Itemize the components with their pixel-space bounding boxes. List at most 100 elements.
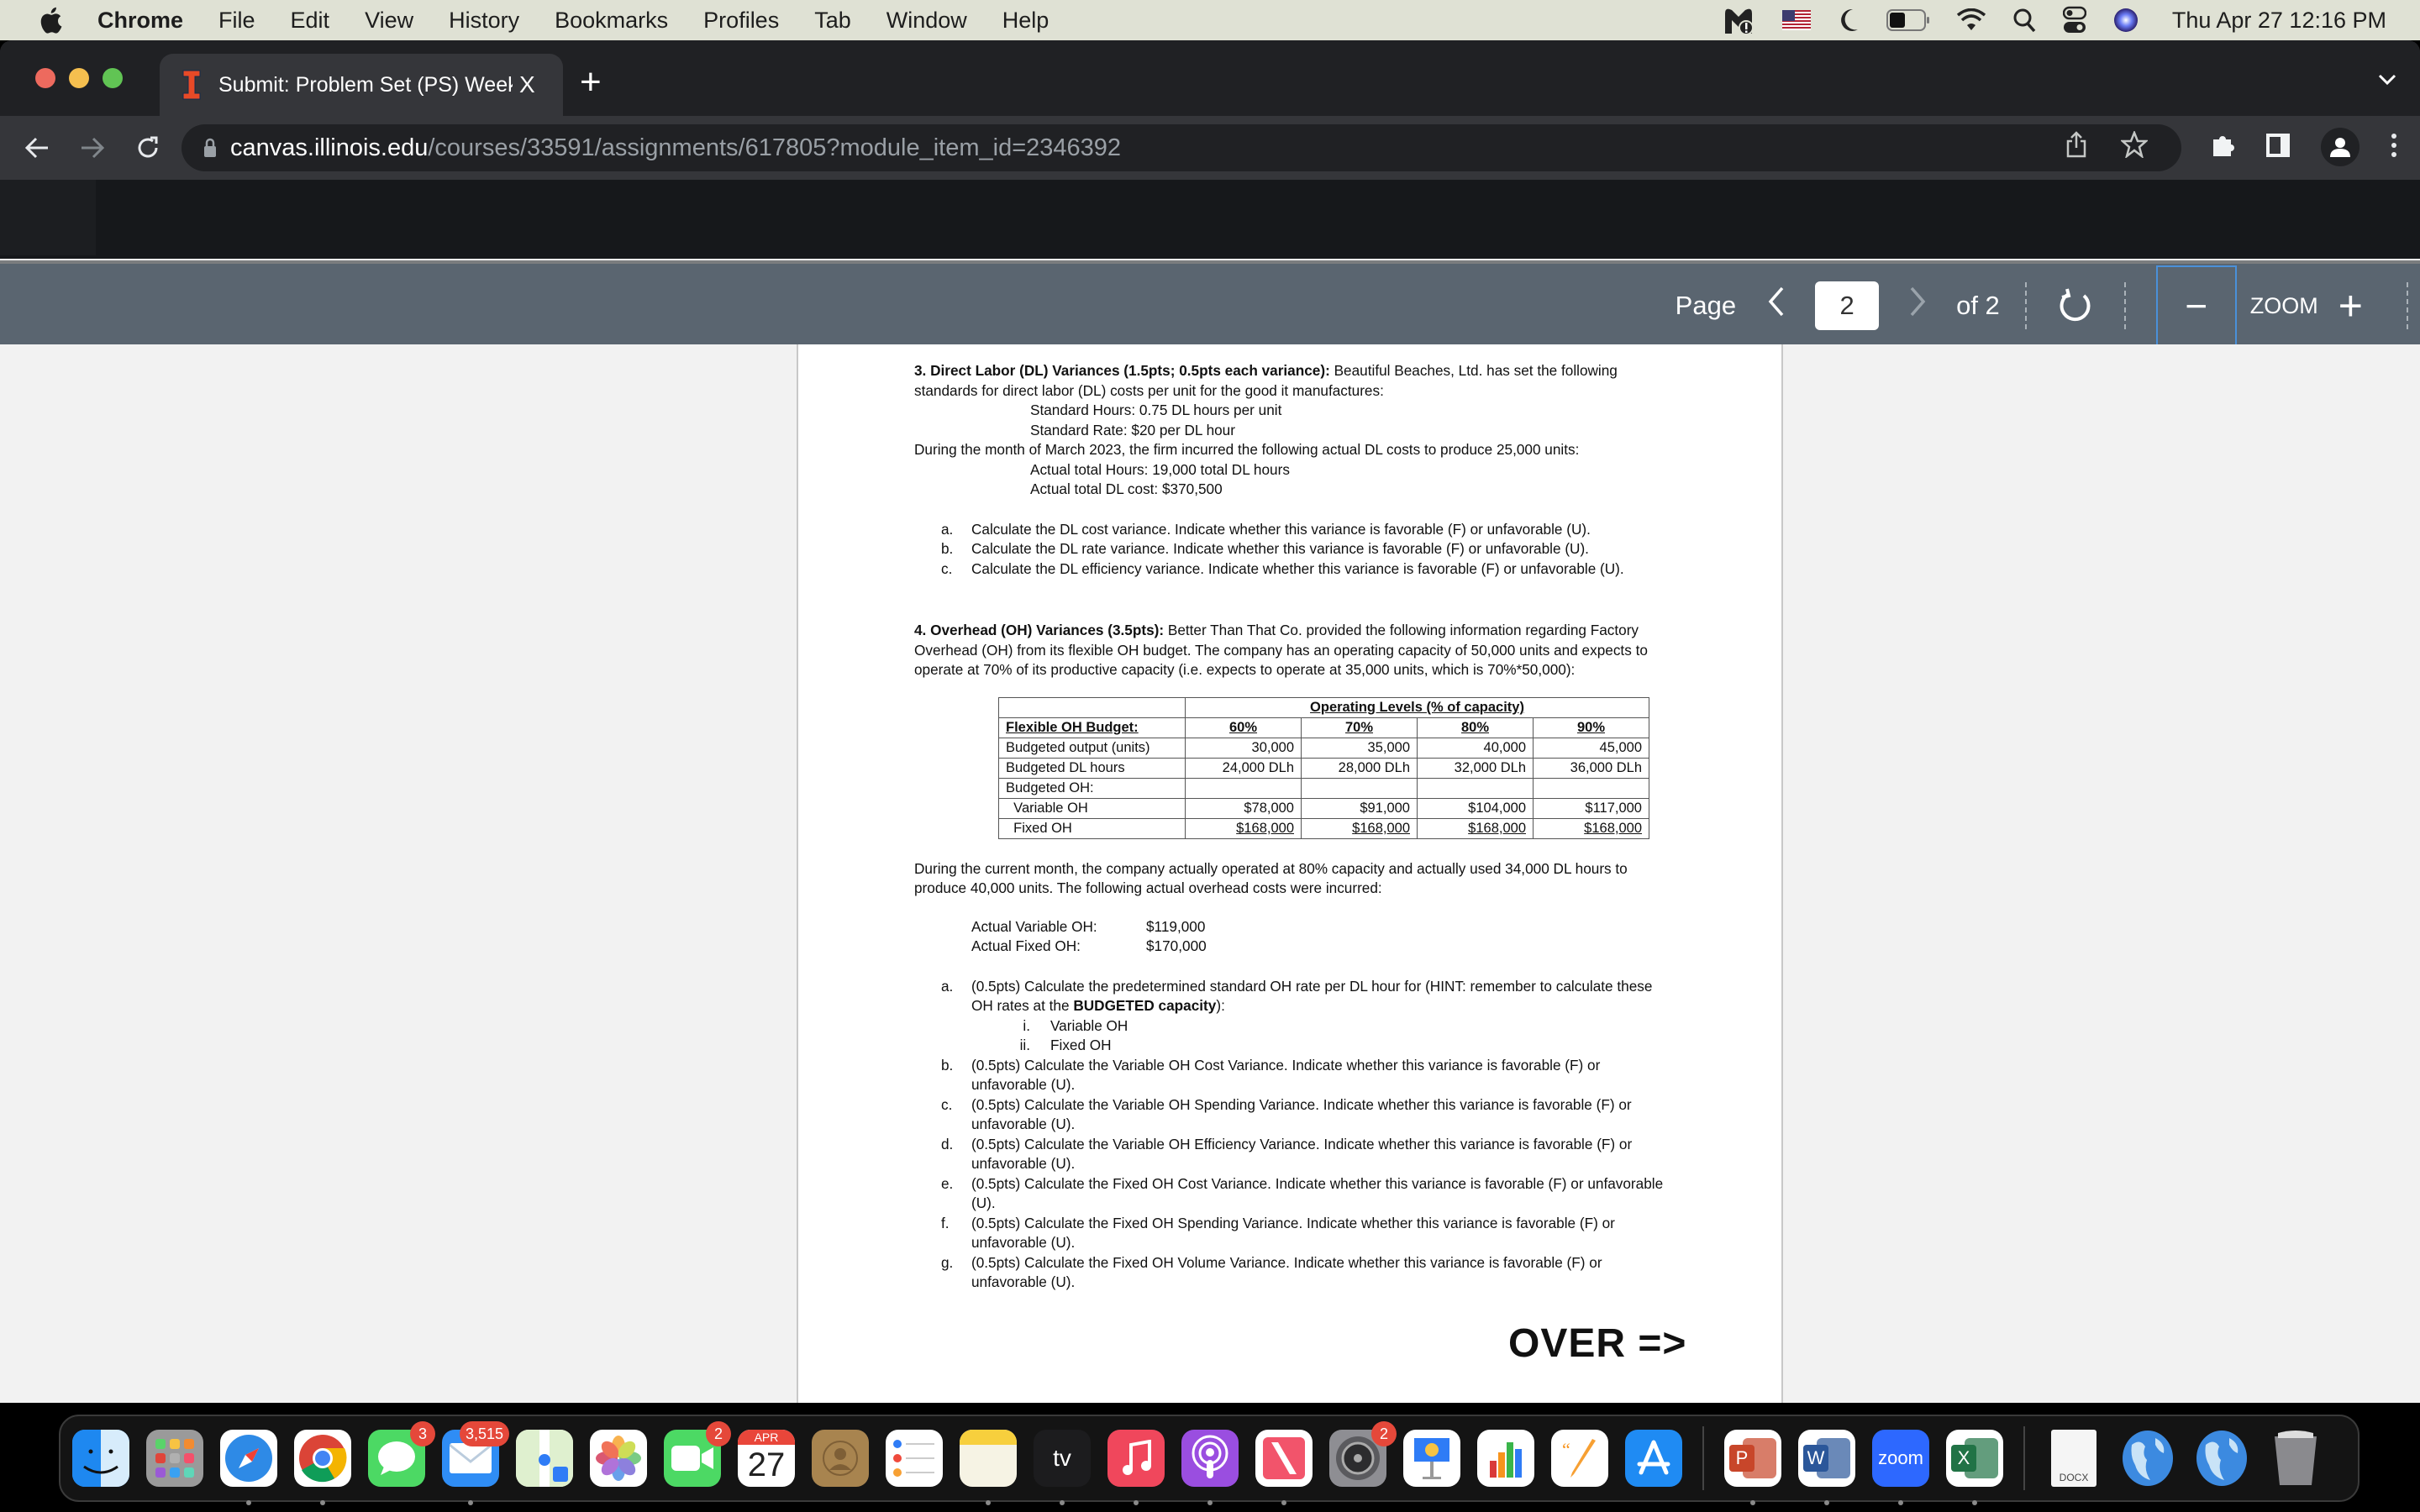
menu-profiles[interactable]: Profiles <box>703 8 779 34</box>
battery-icon[interactable] <box>1886 5 1930 35</box>
dock-mail-icon[interactable]: 3,515 <box>442 1421 509 1505</box>
dock-separator <box>1702 1426 1704 1490</box>
dock-calendar-icon[interactable]: APR 27 <box>738 1430 795 1487</box>
dock-music-icon[interactable] <box>1107 1430 1165 1505</box>
dock-system-preferences-icon[interactable]: 2 <box>1329 1421 1397 1487</box>
dock-photos-icon[interactable] <box>590 1430 647 1487</box>
menu-window[interactable]: Window <box>886 8 967 34</box>
siri-icon[interactable] <box>2113 5 2139 35</box>
chrome-menu-kebab-icon[interactable] <box>2390 133 2398 162</box>
list-marker: b. <box>941 540 954 557</box>
dock-globe-2-icon[interactable] <box>2193 1430 2250 1487</box>
actual-oh-costs: Actual Variable OH: $119,000 Actual Fixed… <box>971 917 1670 957</box>
menu-help[interactable]: Help <box>1002 8 1050 34</box>
dock-excel-icon[interactable]: X <box>1946 1430 2003 1505</box>
new-tab-button[interactable]: + <box>580 64 602 101</box>
running-indicator-dot <box>468 1500 473 1505</box>
flexible-oh-budget-label: Flexible OH Budget: <box>998 717 1186 738</box>
menu-file[interactable]: File <box>218 8 255 34</box>
dock-zoom-icon[interactable]: zoom <box>1872 1430 1929 1505</box>
browser-tab-active[interactable]: Submit: Problem Set (PS) Week X <box>160 54 563 116</box>
notification-badge: 2 <box>706 1421 731 1446</box>
dock-numbers-icon[interactable] <box>1477 1430 1534 1487</box>
share-icon[interactable] <box>2065 131 2087 165</box>
next-page-chevron-right-icon[interactable] <box>1909 286 1926 325</box>
list-text: (0.5pts) Calculate the Fixed OH Spending… <box>971 1214 1615 1252</box>
rotate-icon[interactable] <box>2059 287 2092 324</box>
table-cell <box>1301 777 1418 799</box>
address-bar[interactable]: canvas.illinois.edu/courses/33591/assign… <box>182 124 2181 171</box>
dock-globe-1-icon[interactable] <box>2119 1430 2176 1487</box>
dock-trash-icon[interactable] <box>2267 1430 2324 1487</box>
apple-logo-icon[interactable] <box>35 5 66 35</box>
pdf-scroll-area[interactable]: 3. Direct Labor (DL) Variances (1.5pts; … <box>0 344 2420 1403</box>
dock-docx-file-icon[interactable]: DOCX <box>2045 1430 2102 1487</box>
tab-close-icon[interactable]: X <box>519 71 535 98</box>
menu-bar-clock[interactable]: Thu Apr 27 12:16 PM <box>2172 8 2386 34</box>
tab-strip: Submit: Problem Set (PS) Week X + <box>0 40 2420 116</box>
page-number-input[interactable]: 2 <box>1815 281 1880 330</box>
window-controls <box>35 68 123 88</box>
forward-arrow-icon[interactable] <box>76 131 109 165</box>
menu-bookmarks[interactable]: Bookmarks <box>555 8 668 34</box>
control-center-icon[interactable] <box>2062 5 2086 35</box>
q3-actual-hours: Actual total Hours: 19,000 total DL hour… <box>1030 460 1290 478</box>
zoom-out-button[interactable]: − <box>2155 265 2237 346</box>
malwarebytes-icon[interactable] <box>1722 5 1755 35</box>
table-cell: 32,000 DLh <box>1417 757 1534 779</box>
profile-avatar-icon[interactable] <box>2321 128 2360 166</box>
running-indicator-dot <box>1750 1500 1755 1505</box>
wifi-icon[interactable] <box>1956 5 1986 35</box>
maximize-window-button[interactable] <box>103 68 123 88</box>
zoom-in-button[interactable]: + <box>2338 281 2363 330</box>
q3-actual-cost: Actual total DL cost: $370,500 <box>1030 480 1223 497</box>
extensions-puzzle-icon[interactable] <box>2210 133 2235 162</box>
dock-notes-icon[interactable] <box>960 1430 1017 1505</box>
row-label: Budgeted OH: <box>998 777 1186 799</box>
side-panel-icon[interactable] <box>2265 133 2291 162</box>
spotlight-search-icon[interactable] <box>2012 5 2036 35</box>
dock-keynote-icon[interactable] <box>1403 1430 1460 1487</box>
dock-facetime-icon[interactable]: 2 <box>664 1421 731 1487</box>
dock-word-icon[interactable]: W <box>1798 1430 1855 1505</box>
menu-view[interactable]: View <box>365 8 413 34</box>
list-marker: g. <box>941 1253 954 1271</box>
minimize-window-button[interactable] <box>69 68 89 88</box>
dock-maps-icon[interactable] <box>516 1430 573 1487</box>
tab-search-chevron-down-icon[interactable] <box>2378 66 2396 92</box>
menu-edit[interactable]: Edit <box>291 8 330 34</box>
table-cell: 30,000 <box>1185 737 1302 759</box>
bookmark-star-icon[interactable] <box>2119 129 2149 165</box>
dock-podcasts-icon[interactable] <box>1181 1430 1239 1505</box>
table-row: Budgeted DL hours 24,000 DLh 28,000 DLh … <box>998 757 1649 779</box>
list-marker: f. <box>941 1214 950 1231</box>
list-text: (0.5pts) Calculate the predetermined sta… <box>971 977 1670 1016</box>
dock-messages-icon[interactable]: 3 <box>368 1421 435 1487</box>
menu-tab[interactable]: Tab <box>814 8 851 34</box>
dock-contacts-icon[interactable] <box>812 1430 869 1487</box>
menu-app-chrome[interactable]: Chrome <box>97 8 183 34</box>
back-arrow-icon[interactable] <box>20 131 54 165</box>
pdf-viewer-toolbar: Page 2 of 2 − ZOOM + <box>0 260 2420 346</box>
q4-parts-list: a. (0.5pts) Calculate the predetermined … <box>914 977 1670 1293</box>
dock-launchpad-icon[interactable] <box>146 1430 203 1487</box>
dock-news-icon[interactable] <box>1255 1430 1313 1505</box>
column-header: 80% <box>1417 717 1534 738</box>
previous-page-chevron-left-icon[interactable] <box>1768 286 1785 325</box>
dock-safari-icon[interactable] <box>220 1430 277 1505</box>
lock-icon[interactable] <box>203 138 217 158</box>
dock-app-store-icon[interactable] <box>1625 1430 1682 1487</box>
dock-powerpoint-icon[interactable]: P <box>1724 1430 1781 1505</box>
do-not-disturb-moon-icon[interactable] <box>1838 5 1860 35</box>
dock-apple-tv-icon[interactable]: tv <box>1034 1430 1091 1505</box>
dock-chrome-icon[interactable] <box>294 1430 351 1505</box>
list-item: c. Calculate the DL efficiency variance. … <box>914 559 1670 580</box>
tab-title: Submit: Problem Set (PS) Week <box>218 72 513 97</box>
dock-reminders-icon[interactable] <box>886 1430 943 1487</box>
us-flag-input-icon[interactable] <box>1781 5 1811 35</box>
dock-pages-icon[interactable]: “ <box>1551 1430 1608 1487</box>
reload-icon[interactable] <box>131 131 165 165</box>
close-window-button[interactable] <box>35 68 55 88</box>
menu-history[interactable]: History <box>449 8 519 34</box>
dock-finder-icon[interactable] <box>72 1430 129 1487</box>
